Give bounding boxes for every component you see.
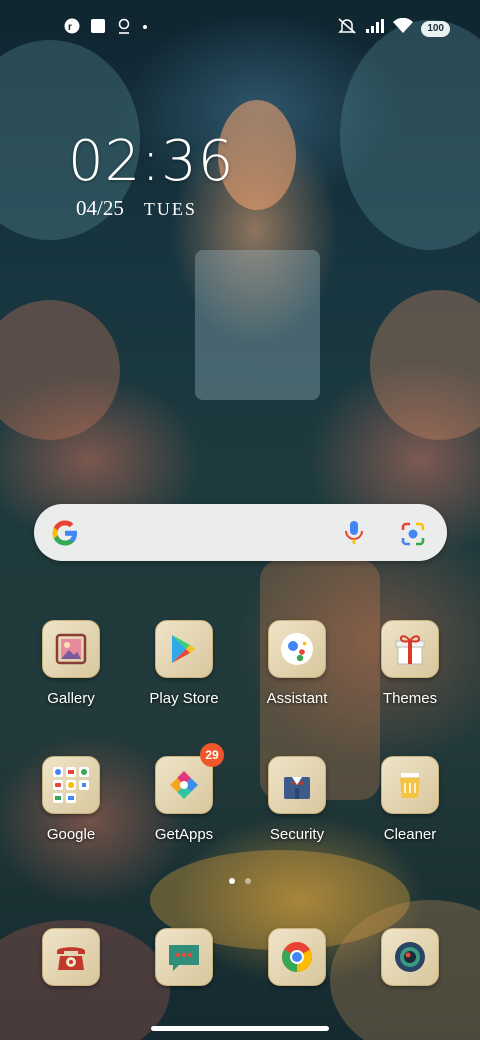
- app-themes[interactable]: Themes: [360, 620, 460, 707]
- mute-icon: [337, 17, 357, 40]
- clock-widget-date[interactable]: 04/25 TUES: [76, 196, 197, 221]
- svg-text:r: r: [68, 22, 72, 33]
- google-folder-icon: [42, 756, 100, 814]
- square-notification-icon: [90, 18, 106, 39]
- security-icon: [268, 756, 326, 814]
- google-logo-icon: [50, 518, 80, 553]
- location-pin-icon: [116, 18, 132, 39]
- chrome-icon: [268, 928, 326, 986]
- app-play-store[interactable]: Play Store: [134, 620, 234, 707]
- date-text: 04/25: [76, 196, 124, 220]
- app-label: Play Store: [149, 690, 219, 707]
- page-dot-active: [229, 878, 235, 884]
- page-indicator: [229, 878, 251, 884]
- app-label: Google: [46, 826, 96, 843]
- app-label: Cleaner: [383, 826, 437, 843]
- microphone-icon[interactable]: [342, 520, 366, 551]
- app-cleaner[interactable]: Cleaner: [360, 756, 460, 843]
- google-lens-icon[interactable]: [400, 521, 426, 552]
- getapps-icon: 29: [155, 743, 224, 814]
- cleaner-icon: [381, 756, 439, 814]
- app-label: GetApps: [154, 826, 214, 843]
- phone-icon: [42, 928, 100, 986]
- assistant-icon: [268, 620, 326, 678]
- app-label: Themes: [382, 690, 438, 707]
- app-assistant[interactable]: Assistant: [247, 620, 347, 707]
- themes-gift-icon: [381, 620, 439, 678]
- app-getapps[interactable]: 29 GetApps: [134, 743, 234, 843]
- dock-messages[interactable]: [134, 928, 234, 986]
- dot-icon: [142, 18, 148, 39]
- google-search-bar[interactable]: [34, 504, 447, 561]
- gallery-icon: [42, 620, 100, 678]
- messages-icon: [155, 928, 213, 986]
- app-label: Gallery: [47, 690, 95, 707]
- app-gallery[interactable]: Gallery: [21, 620, 121, 707]
- camera-icon: [381, 928, 439, 986]
- battery-indicator: 100: [421, 20, 450, 37]
- dock-phone[interactable]: [21, 928, 121, 986]
- notification-badge: 29: [200, 743, 224, 767]
- signal-icon: [365, 18, 385, 39]
- app-notification-icon: r: [64, 18, 80, 39]
- home-gesture-bar[interactable]: [151, 1026, 329, 1031]
- wifi-icon: [393, 17, 414, 39]
- app-google-folder[interactable]: Google: [21, 756, 121, 843]
- clock-widget-time[interactable]: 02:36: [68, 130, 234, 194]
- app-label: Security: [269, 826, 325, 843]
- dock-chrome[interactable]: [247, 928, 347, 986]
- app-security[interactable]: Security: [247, 756, 347, 843]
- play-store-icon: [155, 620, 213, 678]
- weekday-text: TUES: [143, 199, 197, 219]
- status-bar: r 100: [0, 0, 480, 56]
- page-dot: [245, 878, 251, 884]
- dock-camera[interactable]: [360, 928, 460, 986]
- app-label: Assistant: [266, 690, 328, 707]
